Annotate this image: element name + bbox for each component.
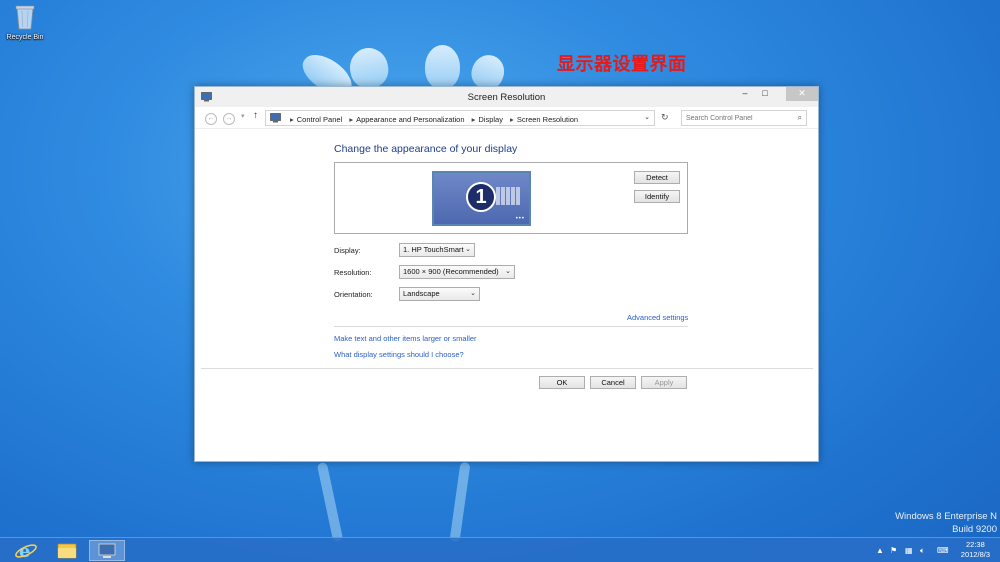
watermark-build: Build 9200: [952, 524, 997, 535]
volume-icon[interactable]: 🔈︎: [920, 546, 925, 556]
ok-button[interactable]: OK: [539, 376, 585, 389]
orientation-select[interactable]: Landscape ⌄: [399, 287, 480, 301]
input-method-icon[interactable]: ⌨: [937, 546, 949, 555]
chevron-down-icon: ⌄: [465, 246, 471, 253]
dots-icon: •••: [515, 216, 525, 222]
file-explorer-button[interactable]: [49, 540, 85, 561]
display-settings-help-link[interactable]: What display settings should I choose?: [334, 350, 464, 359]
search-input[interactable]: [682, 111, 782, 125]
window-title: Screen Resolution: [467, 92, 546, 103]
chevron-down-icon: ⌄: [505, 268, 511, 275]
orientation-label: Orientation:: [334, 290, 373, 299]
windows-watermark: Windows 8 Enterprise N Build 9200: [895, 510, 997, 536]
control-panel-icon: [98, 543, 116, 558]
close-button[interactable]: ✕: [786, 87, 818, 101]
network-icon[interactable]: ▦: [905, 546, 913, 555]
watermark-edition: Windows 8 Enterprise N: [895, 511, 997, 522]
apply-button[interactable]: Apply: [641, 376, 687, 389]
internet-explorer-icon: e: [15, 541, 37, 562]
search-icon[interactable]: ⌕: [798, 113, 802, 123]
show-hidden-icons-icon[interactable]: ▲: [876, 546, 884, 555]
identify-button[interactable]: Identify: [634, 190, 680, 203]
page-heading: Change the appearance of your display: [334, 143, 518, 155]
breadcrumb-control-panel[interactable]: Control Panel: [297, 115, 342, 124]
forward-arrow-icon[interactable]: →: [223, 113, 235, 125]
chevron-down-icon: ⌄: [470, 290, 476, 297]
display-label: Display:: [334, 246, 361, 255]
up-arrow-icon[interactable]: ↑: [253, 110, 258, 121]
monitor-1-preview[interactable]: 1 •••: [432, 171, 531, 226]
orientation-value: Landscape: [403, 289, 440, 298]
breadcrumb-display[interactable]: Display: [478, 115, 503, 124]
resolution-value: 1600 × 900 (Recommended): [403, 267, 499, 276]
screen-resolution-taskbar-button[interactable]: [89, 540, 125, 561]
monitor-number: 1: [466, 182, 496, 212]
internet-explorer-button[interactable]: e: [8, 540, 44, 562]
breadcrumb-appearance[interactable]: Appearance and Personalization: [356, 115, 464, 124]
address-row: ← → ▾ ↑ ▸ Control Panel ▸ Appearance and P…: [195, 107, 818, 129]
screen-grid-icon: [496, 187, 520, 205]
breadcrumb-screen-resolution[interactable]: Screen Resolution: [517, 115, 578, 124]
screen-resolution-window: Screen Resolution – □ ✕ ← → ▾ ↑ ▸ Control…: [194, 86, 819, 462]
minimize-button[interactable]: –: [734, 87, 756, 101]
title-bar[interactable]: Screen Resolution – □ ✕: [195, 87, 818, 107]
refresh-icon[interactable]: ↻: [661, 112, 669, 123]
clock-time: 22:38: [966, 540, 985, 549]
maximize-button[interactable]: □: [756, 87, 774, 101]
svg-text:e: e: [19, 541, 30, 561]
divider: [201, 368, 813, 369]
text-size-link[interactable]: Make text and other items larger or smal…: [334, 334, 477, 343]
chevron-down-icon[interactable]: ⌄: [644, 113, 650, 121]
folder-icon: [57, 543, 77, 559]
recycle-bin[interactable]: Recycle Bin: [3, 4, 47, 41]
taskbar: e ▲ ⚑ ▦ 🔈︎ ⌨ 22:38 2012/8/3: [0, 537, 1000, 562]
control-panel-icon: [270, 113, 281, 125]
search-box[interactable]: ⌕: [681, 110, 807, 126]
recent-locations-icon[interactable]: ▾: [241, 112, 245, 120]
advanced-settings-link[interactable]: Advanced settings: [627, 313, 688, 322]
monitor-preview-area: 1 ••• Detect Identify: [334, 162, 688, 234]
display-value: 1. HP TouchSmart: [403, 245, 464, 254]
clock[interactable]: 22:38 2012/8/3: [961, 540, 990, 560]
back-arrow-icon[interactable]: ←: [205, 113, 217, 125]
resolution-select[interactable]: 1600 × 900 (Recommended) ⌄: [399, 265, 515, 279]
recycle-bin-icon: [15, 4, 35, 30]
address-bar[interactable]: ▸ Control Panel ▸ Appearance and Personali…: [265, 110, 655, 126]
clock-date: 2012/8/3: [960, 550, 990, 559]
detect-button[interactable]: Detect: [634, 171, 680, 184]
action-center-icon[interactable]: ⚑: [890, 546, 897, 555]
overlay-title: 显示器设置界面: [557, 54, 687, 75]
resolution-label: Resolution:: [334, 268, 372, 277]
display-select[interactable]: 1. HP TouchSmart ⌄: [399, 243, 475, 257]
divider: [334, 326, 688, 327]
cancel-button[interactable]: Cancel: [590, 376, 636, 389]
recycle-bin-label: Recycle Bin: [6, 34, 44, 41]
